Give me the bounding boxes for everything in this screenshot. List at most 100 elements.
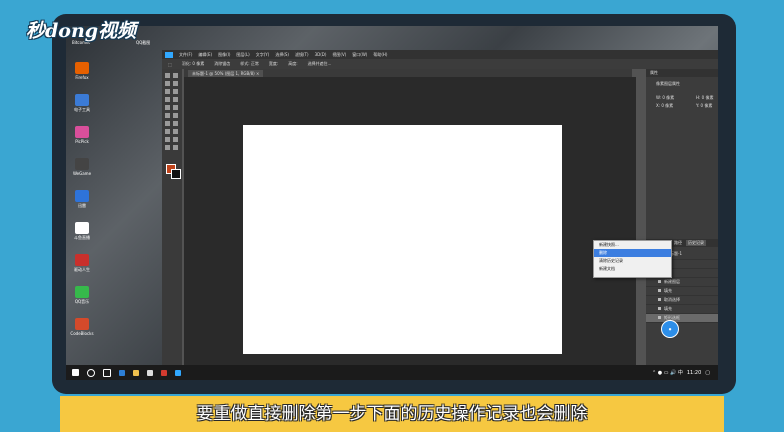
blur-tool-icon[interactable] xyxy=(165,121,170,126)
search-icon[interactable] xyxy=(87,368,95,377)
notification-icon[interactable]: ▢ xyxy=(705,370,710,376)
eyedropper-tool-icon[interactable] xyxy=(173,89,178,94)
edge-icon[interactable] xyxy=(119,369,125,376)
desktop-icon[interactable]: WeGame xyxy=(70,158,94,176)
history-item[interactable]: 填充 xyxy=(646,287,718,296)
taskbar-clock[interactable]: 11:20 xyxy=(687,370,701,376)
desktop-icon[interactable]: 斗鱼直播 xyxy=(70,222,94,241)
menu-view[interactable]: 视图(V) xyxy=(332,52,346,58)
right-panel: 属性 像素图层属性 W: 0 像素 H: 0 像素 X: 0 像素 Y: 0 像… xyxy=(646,69,718,380)
eraser-tool-icon[interactable] xyxy=(165,113,170,118)
history-item-label: 填充 xyxy=(664,306,672,311)
history-item-label: 填充 xyxy=(664,288,672,293)
dodge-tool-icon[interactable] xyxy=(173,121,178,126)
desktop-icon-label: CodeBlocks xyxy=(70,331,94,336)
context-menu: 新建快照... 删除 清除历史记录 新建文档 xyxy=(593,240,672,278)
ctx-clear-history[interactable]: 清除历史记录 xyxy=(594,257,671,265)
workspace xyxy=(184,77,636,372)
history-item[interactable]: 新建图层 xyxy=(646,278,718,287)
menu-file[interactable]: 文件(F) xyxy=(179,52,192,58)
brush-tool-icon[interactable] xyxy=(173,97,178,102)
desktop-icon[interactable]: Firefox xyxy=(70,62,94,80)
menu-layer[interactable]: 图层(L) xyxy=(236,52,249,58)
app-shortcut-icon xyxy=(75,62,89,74)
store-icon[interactable] xyxy=(147,369,153,376)
option-height[interactable]: 高度: xyxy=(288,61,297,67)
app-icon[interactable] xyxy=(161,369,167,376)
ctx-new-snapshot[interactable]: 新建快照... xyxy=(594,241,671,249)
menu-filter[interactable]: 滤镜(T) xyxy=(295,52,309,58)
zoom-tool-icon[interactable] xyxy=(173,145,178,150)
prop-h[interactable]: H: 0 像素 xyxy=(696,95,713,101)
menu-select[interactable]: 选择(S) xyxy=(275,52,289,58)
prop-x[interactable]: X: 0 像素 xyxy=(656,103,673,109)
app-shortcut-icon xyxy=(75,94,89,106)
path-select-tool-icon[interactable] xyxy=(165,137,170,142)
desktop-icon[interactable]: QQ音乐 xyxy=(70,286,94,305)
prop-w[interactable]: W: 0 像素 xyxy=(656,95,674,101)
menu-type[interactable]: 文字(Y) xyxy=(256,52,270,58)
marquee-tool-icon[interactable]: ⬚ xyxy=(168,62,172,67)
option-feather[interactable]: 羽化: 0 像素 xyxy=(182,61,204,67)
lasso-tool-icon[interactable] xyxy=(165,81,170,86)
desktop-icon[interactable]: CodeBlocks xyxy=(70,318,94,336)
move-tool-icon[interactable] xyxy=(165,73,170,78)
history-step-icon xyxy=(658,289,661,292)
ctx-new-document[interactable]: 新建文档 xyxy=(594,265,671,273)
menu-window[interactable]: 窗口(W) xyxy=(352,52,367,58)
tab-history[interactable]: 历史记录 xyxy=(686,240,706,246)
menu-3d[interactable]: 3D(D) xyxy=(315,52,327,57)
tab-paths[interactable]: 路径 xyxy=(674,240,682,246)
tray-icons[interactable]: ⌃ ● ▭ 🔊 中 xyxy=(652,369,683,376)
quick-select-tool-icon[interactable] xyxy=(173,81,178,86)
desktop-icon[interactable]: 迅雷 xyxy=(70,190,94,209)
photoshop-window: 文件(F) 编辑(E) 图像(I) 图层(L) 文字(Y) 选择(S) 滤镜(T… xyxy=(162,50,718,380)
crop-tool-icon[interactable] xyxy=(165,89,170,94)
marquee-tool-icon[interactable] xyxy=(173,73,178,78)
ctx-delete[interactable]: 删除 xyxy=(594,249,671,257)
text-tool-icon[interactable] xyxy=(173,129,178,134)
option-style[interactable]: 样式: 正常 xyxy=(240,61,259,67)
history-step-icon xyxy=(658,316,661,319)
system-tray: ⌃ ● ▭ 🔊 中 11:20 ▢ xyxy=(648,365,710,380)
desktop-icon-label: 斗鱼直播 xyxy=(74,235,90,240)
start-windows-icon[interactable] xyxy=(72,369,79,376)
healing-tool-icon[interactable] xyxy=(165,97,170,102)
desktop-icon-label: 电子工具 xyxy=(74,107,90,112)
pen-tool-icon[interactable] xyxy=(165,129,170,134)
desktop-label-2: QQ截图 xyxy=(136,40,151,45)
menu-edit[interactable]: 编辑(E) xyxy=(198,52,212,58)
shape-tool-icon[interactable] xyxy=(173,137,178,142)
stamp-tool-icon[interactable] xyxy=(165,105,170,110)
history-item[interactable]: 填充 xyxy=(646,305,718,314)
desktop-icon[interactable]: 电子工具 xyxy=(70,94,94,113)
task-view-icon[interactable] xyxy=(103,368,111,377)
document-tab[interactable]: 未标题-1 @ 50% (图层 1, RGB/8) × xyxy=(188,70,264,77)
desktop-icon-label: WeGame xyxy=(72,171,92,176)
options-bar: ⬚ 羽化: 0 像素 消除锯齿 样式: 正常 宽度: 高度: 选择并遮住... xyxy=(162,59,718,69)
background-color-swatch[interactable] xyxy=(171,169,181,179)
desktop-icon[interactable]: 驱动人生 xyxy=(70,254,94,273)
desktop-icon-label: PicPick xyxy=(75,139,89,144)
desktop-icon[interactable]: PicPick xyxy=(70,126,94,144)
option-width[interactable]: 宽度: xyxy=(269,61,278,67)
menu-help[interactable]: 帮助(H) xyxy=(373,52,387,58)
file-explorer-icon[interactable] xyxy=(133,369,139,376)
app-shortcut-icon xyxy=(75,222,89,234)
taskbar: ⌃ ● ▭ 🔊 中 11:20 ▢ xyxy=(66,365,718,380)
document-tabs: 未标题-1 @ 50% (图层 1, RGB/8) × xyxy=(184,69,632,77)
history-item[interactable]: 矩形选框 xyxy=(646,314,718,323)
canvas[interactable] xyxy=(243,125,562,354)
photoshop-taskbar-icon[interactable] xyxy=(175,369,181,376)
select-and-mask-button[interactable]: 选择并遮住... xyxy=(308,61,332,67)
prop-y[interactable]: Y: 0 像素 xyxy=(696,103,712,109)
properties-title[interactable]: 属性 xyxy=(646,69,718,77)
history-brush-tool-icon[interactable] xyxy=(173,105,178,110)
history-item[interactable]: 取消选择 xyxy=(646,296,718,305)
hand-tool-icon[interactable] xyxy=(165,145,170,150)
option-antialias[interactable]: 消除锯齿 xyxy=(214,61,230,67)
recorder-overlay-button[interactable]: ● xyxy=(661,320,679,338)
menu-image[interactable]: 图像(I) xyxy=(218,52,230,58)
gradient-tool-icon[interactable] xyxy=(173,113,178,118)
app-shortcut-icon xyxy=(75,158,89,170)
